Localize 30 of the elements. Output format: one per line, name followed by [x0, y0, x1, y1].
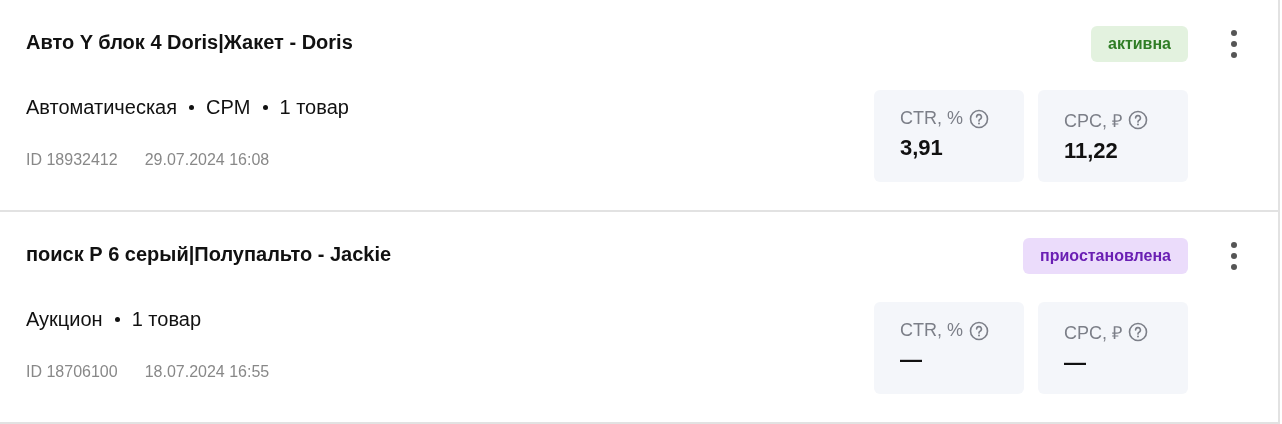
metric-value: —: [900, 347, 923, 373]
campaign-date: 18.07.2024 16:55: [144, 363, 270, 381]
meta-text: CPM: [206, 96, 251, 119]
help-icon[interactable]: [1128, 322, 1148, 342]
separator-dot: [114, 317, 120, 322]
metric-label: CPC, ₽: [1064, 322, 1122, 344]
campaign-title: Авто Y блок 4 Doris|Жакет - Doris: [26, 31, 354, 54]
status-badge: активна: [1091, 26, 1188, 62]
separator-dot: [189, 105, 195, 110]
metric-label: CPC, ₽: [1064, 110, 1122, 132]
status-badge: приостановлена: [1023, 238, 1188, 274]
metric-label: CTR, %: [900, 320, 963, 341]
metric-value: —: [1064, 350, 1087, 376]
help-icon[interactable]: [1128, 110, 1148, 130]
metric-label: CTR, %: [900, 108, 963, 129]
metric-value: 11,22: [1064, 138, 1119, 164]
metric-value: 3,91: [900, 135, 944, 161]
meta-text: 1 товар: [279, 96, 349, 119]
meta-text: 1 товар: [131, 308, 202, 331]
help-icon[interactable]: [969, 108, 989, 129]
campaign-date: 29.07.2024 16:08: [144, 151, 270, 169]
separator-dot: [262, 105, 268, 110]
help-icon[interactable]: [969, 320, 989, 341]
campaign-title: поиск Р 6 серый|Полупальто - Jackie: [26, 243, 393, 266]
campaign-id: ID 18932412: [26, 151, 118, 169]
meta-text: Автоматическая: [26, 96, 178, 119]
campaign-id: ID 18706100: [26, 363, 118, 381]
more-icon[interactable]: [1230, 29, 1238, 59]
meta-text: Аукцион: [26, 308, 103, 331]
more-icon[interactable]: [1230, 241, 1238, 271]
